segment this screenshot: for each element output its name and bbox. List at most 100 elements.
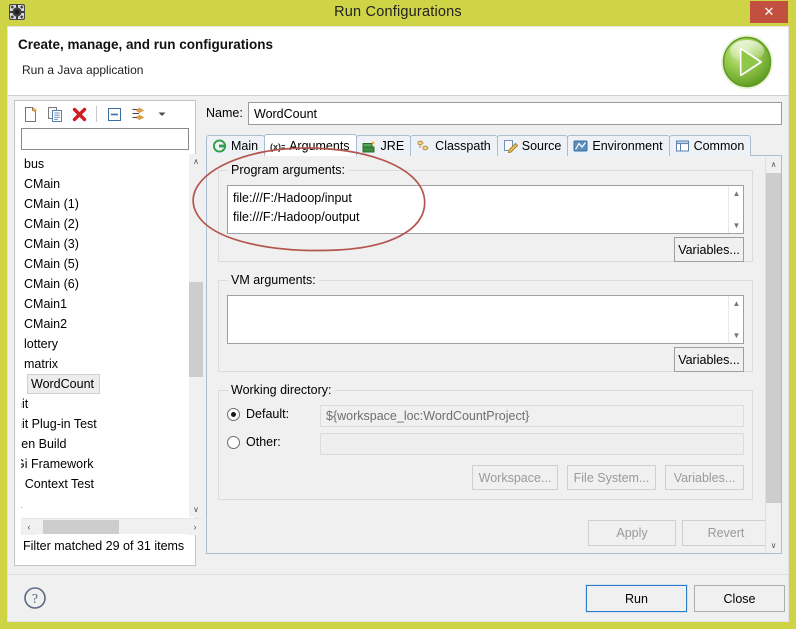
duplicate-configuration-button[interactable] — [44, 103, 66, 125]
tab-jre[interactable]: JRE — [355, 135, 412, 156]
working-directory-default-label: Default: — [246, 407, 290, 421]
vm-arguments-scrollbar[interactable]: ▲ ▼ — [728, 296, 743, 343]
list-item[interactable]: CMain (6) — [21, 274, 189, 294]
page-subtitle: Run a Java application — [22, 63, 144, 77]
vm-args-scroll-down-arrow[interactable]: ▼ — [729, 328, 743, 343]
list-item[interactable]: CMain (5) — [21, 254, 189, 274]
tab-environment[interactable]: Environment — [567, 135, 670, 156]
configuration-name-input[interactable] — [248, 102, 782, 125]
program-arguments-scrollbar[interactable]: ▲ ▼ — [728, 186, 743, 233]
list-item[interactable]: CMain (1) — [21, 194, 189, 214]
tab-label: Arguments — [289, 138, 350, 153]
filter-sort-icon — [132, 107, 144, 120]
common-window-icon — [675, 140, 689, 152]
configuration-name-row: Name: — [204, 102, 782, 126]
collapse-all-icon — [107, 107, 121, 121]
list-item[interactable]: L — [21, 494, 189, 514]
page-title: Create, manage, and run configurations — [18, 37, 274, 52]
window-title: Run Configurations — [334, 4, 462, 20]
list-item[interactable]: nit — [21, 394, 189, 414]
vm-arguments-group: VM arguments: ▲ ▼ Variables... — [218, 273, 753, 372]
program-args-scroll-down-arrow[interactable]: ▼ — [729, 218, 743, 233]
filter-button[interactable] — [127, 103, 149, 125]
working-directory-file-system-button[interactable]: File System... — [567, 465, 656, 490]
list-item[interactable]: CMain — [21, 174, 189, 194]
run-button[interactable]: Run — [585, 584, 688, 613]
working-directory-group: Working directory: Default: ${workspace_… — [218, 383, 753, 500]
list-item[interactable]: ven Build — [21, 434, 189, 454]
tab-main[interactable]: Main — [206, 135, 266, 156]
run-green-play-icon — [721, 35, 773, 89]
tab-content-scroll-down-arrow[interactable]: ∨ — [766, 538, 781, 553]
working-directory-default-row[interactable]: Default: — [227, 407, 289, 421]
vm-args-scroll-up-arrow[interactable]: ▲ — [729, 296, 743, 311]
question-mark-icon[interactable]: ? — [23, 586, 47, 610]
program-arguments-value: file:///F:/Hadoop/input file:///F:/Hadoo… — [233, 191, 360, 224]
list-item[interactable]: CMain1 — [21, 294, 189, 314]
program-args-scroll-up-arrow[interactable]: ▲ — [729, 186, 743, 201]
tab-source[interactable]: Source — [496, 135, 569, 156]
revert-button[interactable]: Revert — [682, 520, 770, 546]
tree-scroll-up-arrow[interactable]: ∧ — [189, 154, 203, 169]
jre-books-icon — [362, 141, 375, 153]
list-item[interactable]: CMain (3) — [21, 234, 189, 254]
list-item[interactable]: CMain2 — [21, 314, 189, 334]
working-directory-default-radio[interactable] — [227, 407, 240, 421]
tab-arguments[interactable]: (x)= Arguments — [264, 134, 357, 156]
delete-configuration-button[interactable] — [68, 103, 90, 125]
program-arguments-textarea[interactable]: file:///F:/Hadoop/input file:///F:/Hadoo… — [227, 185, 744, 234]
filter-status-text: Filter matched 29 of 31 items — [23, 539, 185, 553]
tree-horizontal-scrollbar[interactable]: ‹ › — [21, 518, 203, 535]
working-directory-default-value: ${workspace_loc:WordCountProject} — [320, 405, 744, 427]
list-item[interactable]: k Context Test — [21, 474, 189, 494]
new-document-icon — [24, 106, 36, 122]
configurations-list[interactable]: bus CMain CMain (1) CMain (2) CMain (3) CMain… — [21, 154, 189, 517]
tab-label: Common — [693, 139, 745, 153]
new-configuration-button[interactable] — [20, 103, 42, 125]
red-x-delete-icon — [72, 107, 86, 121]
working-directory-other-radio[interactable] — [227, 435, 240, 449]
list-item[interactable]: Gi Framework — [21, 454, 189, 474]
tree-vertical-scroll-thumb[interactable] — [189, 282, 203, 377]
close-dialog-button[interactable]: Close — [694, 585, 785, 612]
program-arguments-variables-button[interactable]: Variables... — [674, 237, 744, 262]
apply-button[interactable]: Apply — [588, 520, 676, 546]
tree-vertical-scrollbar[interactable]: ∧ ∨ — [189, 154, 203, 517]
working-directory-workspace-button[interactable]: Workspace... — [472, 465, 558, 490]
tab-classpath[interactable]: Classpath — [410, 135, 498, 156]
tab-label: Main — [231, 139, 259, 153]
working-directory-label: Working directory: — [228, 383, 335, 397]
tab-content-scroll-up-arrow[interactable]: ∧ — [766, 157, 781, 172]
tab-content-vertical-scrollbar[interactable]: ∧ ∨ — [765, 157, 781, 553]
tree-horizontal-scroll-thumb[interactable] — [43, 520, 119, 534]
toolbar-separator — [96, 106, 97, 122]
working-directory-other-row[interactable]: Other: — [227, 435, 281, 449]
tree-scroll-right-arrow[interactable]: › — [187, 519, 203, 535]
list-item[interactable]: bus — [21, 154, 189, 174]
dialog-footer: ? Run Close — [7, 574, 789, 622]
dialog-body: bus CMain CMain (1) CMain (2) CMain (3) CMain… — [7, 96, 789, 574]
run-configurations-dialog: Run Configurations ✕ Create, manage, and… — [0, 0, 796, 629]
tree-scroll-down-arrow[interactable]: ∨ — [189, 502, 203, 517]
dialog-header: Create, manage, and run configurations R… — [7, 26, 789, 96]
list-item[interactable]: nit Plug-in Test — [21, 414, 189, 434]
arguments-variable-icon: (x)= — [270, 142, 285, 152]
tab-common[interactable]: Common — [668, 135, 752, 156]
working-directory-other-input[interactable] — [320, 433, 744, 455]
vm-arguments-label: VM arguments: — [228, 273, 319, 287]
arguments-tab-panel: Program arguments: file:///F:/Hadoop/inp… — [206, 156, 782, 554]
list-item[interactable]: matrix — [21, 354, 189, 374]
filter-text-input[interactable] — [21, 128, 189, 150]
list-item[interactable]: lottery — [21, 334, 189, 354]
tab-label: Source — [521, 139, 562, 153]
filter-dropdown-arrow[interactable] — [151, 103, 173, 125]
list-item[interactable]: WordCount — [27, 374, 100, 394]
tree-scroll-left-arrow[interactable]: ‹ — [21, 519, 37, 535]
collapse-all-button[interactable] — [103, 103, 125, 125]
list-item[interactable]: CMain (2) — [21, 214, 189, 234]
vm-arguments-variables-button[interactable]: Variables... — [674, 347, 744, 372]
tab-content-scroll-thumb[interactable] — [766, 173, 781, 503]
window-close-button[interactable]: ✕ — [750, 1, 788, 23]
working-directory-variables-button[interactable]: Variables... — [665, 465, 744, 490]
vm-arguments-textarea[interactable]: ▲ ▼ — [227, 295, 744, 344]
